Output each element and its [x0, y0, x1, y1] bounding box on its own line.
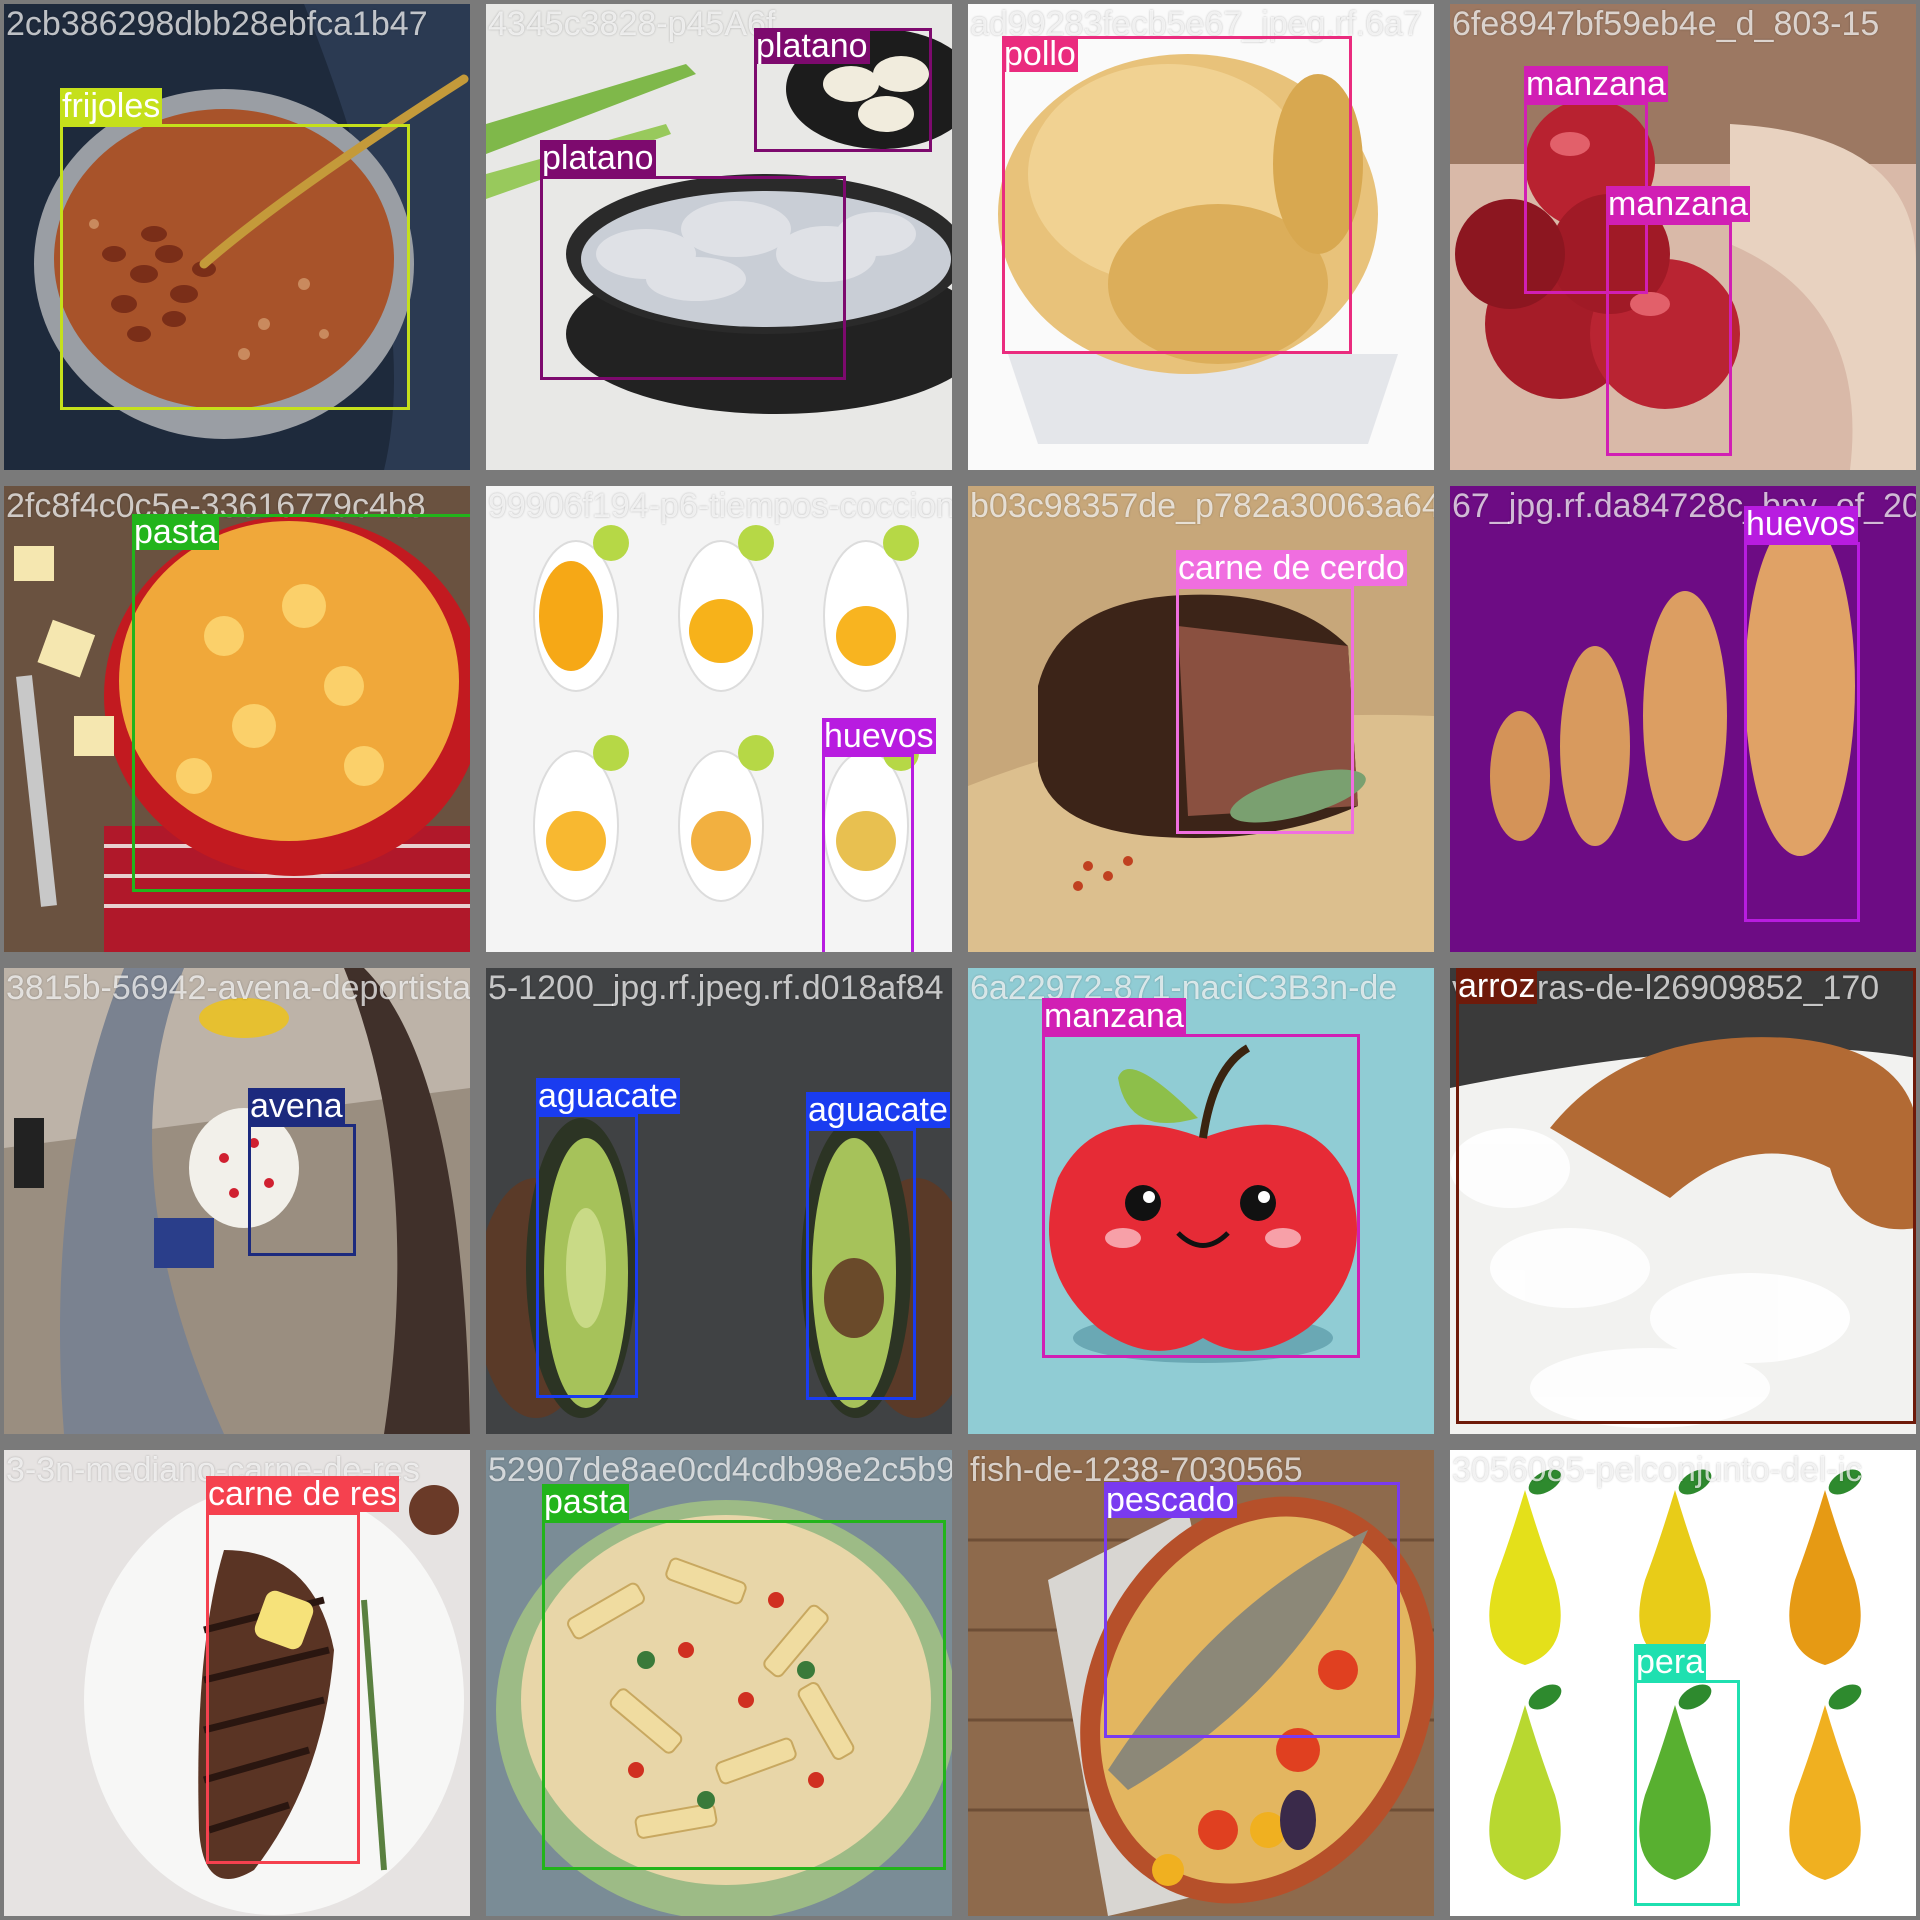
bounding-box-carne-de-res: [206, 1512, 360, 1864]
box-label: avena: [248, 1087, 345, 1125]
tile-eggs-cooked: 99906f194-p6-tiempos-coccion huevos: [486, 486, 952, 952]
image-filename: 3815b-56942-avena-deportista: [6, 969, 470, 1007]
tile-pork: b03c98357de_p782a30063a64carne de cerdo: [968, 486, 1434, 952]
box-label: pollo: [1002, 35, 1078, 73]
box-label: platano: [540, 139, 656, 177]
bounding-box-manzana: [1042, 1034, 1360, 1358]
box-label: carne de res: [206, 1475, 399, 1513]
tile-apples: 6fe8947bf59eb4e_d_803-15manzana manzana: [1450, 4, 1916, 470]
bounding-box-huevos: [822, 754, 914, 952]
bounding-box-platano: [540, 176, 846, 380]
tile-cartoon-apple: 6a22972-871-naciC3B3n-de manzana: [968, 968, 1434, 1434]
bounding-box-aguacate: [536, 1114, 638, 1398]
bounding-box-pasta: [132, 514, 470, 892]
image-filename: 99906f194-p6-tiempos-coccion: [488, 487, 952, 525]
tile-eggs-purple: 67_jpg.rf.da84728c_bpy_of_202 huevos: [1450, 486, 1916, 952]
tile-chicken: ad99283fecb5e67_jpeg.rf.6a7 pollo: [968, 4, 1434, 470]
box-label: arroz: [1456, 968, 1538, 1005]
bounding-box-huevos: [1744, 542, 1860, 922]
bounding-box-arroz: [1456, 968, 1916, 1424]
tile-oats: 3815b-56942-avena-deportista avena: [4, 968, 470, 1434]
box-label: manzana: [1524, 65, 1668, 103]
tile-penne: 52907de8ae0cd4cdb98e2c5b90 pasta: [486, 1450, 952, 1916]
box-label: pasta: [132, 513, 220, 551]
box-label: aguacate: [806, 1091, 950, 1129]
tile-avocado: 5-1200_jpg.rf.jpeg.rf.d018af84 aguacate ag…: [486, 968, 952, 1434]
tile-rice: verduras-de-l26909852_170 arroz: [1450, 968, 1916, 1434]
tile-banana-bowl: 4345c3828-p45A6f platano platano: [486, 4, 952, 470]
image-filename: 3056085-pelconjunto-del-ic: [1452, 1451, 1863, 1489]
bounding-box-frijoles: [60, 124, 410, 410]
image-filename: 4345c3828-p45A6f: [488, 5, 776, 43]
tile-bean-soup: 2cb386298dbb28ebfca1b47 frijoles: [4, 4, 470, 470]
image-filename: 5-1200_jpg.rf.jpeg.rf.d018af84: [488, 969, 944, 1007]
bounding-box-manzana: [1606, 222, 1732, 456]
box-label: manzana: [1042, 997, 1186, 1035]
bounding-box-aguacate: [806, 1128, 916, 1400]
tile-steak: 3-3n-mediano-carne-de-res carne de res: [4, 1450, 470, 1916]
tile-fish: fish-de-1238-7030565 pescado: [968, 1450, 1434, 1916]
bounding-box-avena: [248, 1124, 356, 1256]
image-filename: 6fe8947bf59eb4e_d_803-15: [1452, 5, 1880, 43]
box-label: manzana: [1606, 185, 1750, 223]
bounding-box-carne-de-cerdo: [1176, 586, 1354, 834]
tile-pears: 3056085-pelconjunto-del-ic pera: [1450, 1450, 1916, 1916]
box-label: huevos: [1744, 505, 1858, 543]
tile-mac-cheese: 2fc8f4c0c5e-33616779c4b8 pasta: [4, 486, 470, 952]
box-label: pescado: [1104, 1481, 1237, 1519]
box-label: pera: [1634, 1643, 1707, 1681]
box-label: platano: [754, 27, 870, 65]
image-filename: b03c98357de_p782a30063a64: [970, 487, 1434, 525]
mosaic-grid: 2cb386298dbb28ebfca1b47 frijoles 4345c382…: [0, 0, 1920, 1920]
box-label: aguacate: [536, 1077, 680, 1115]
bounding-box-pescado: [1104, 1482, 1400, 1738]
bounding-box-pasta: [542, 1520, 946, 1870]
box-label: huevos: [822, 717, 936, 755]
bounding-box-pollo: [1002, 36, 1352, 354]
image-filename: 2cb386298dbb28ebfca1b47: [6, 5, 428, 43]
box-label: frijoles: [60, 87, 163, 125]
bounding-box-pera: [1634, 1680, 1740, 1906]
oats-image: [4, 968, 470, 1434]
box-label: carne de cerdo: [1176, 549, 1407, 587]
box-label: pasta: [542, 1483, 630, 1521]
